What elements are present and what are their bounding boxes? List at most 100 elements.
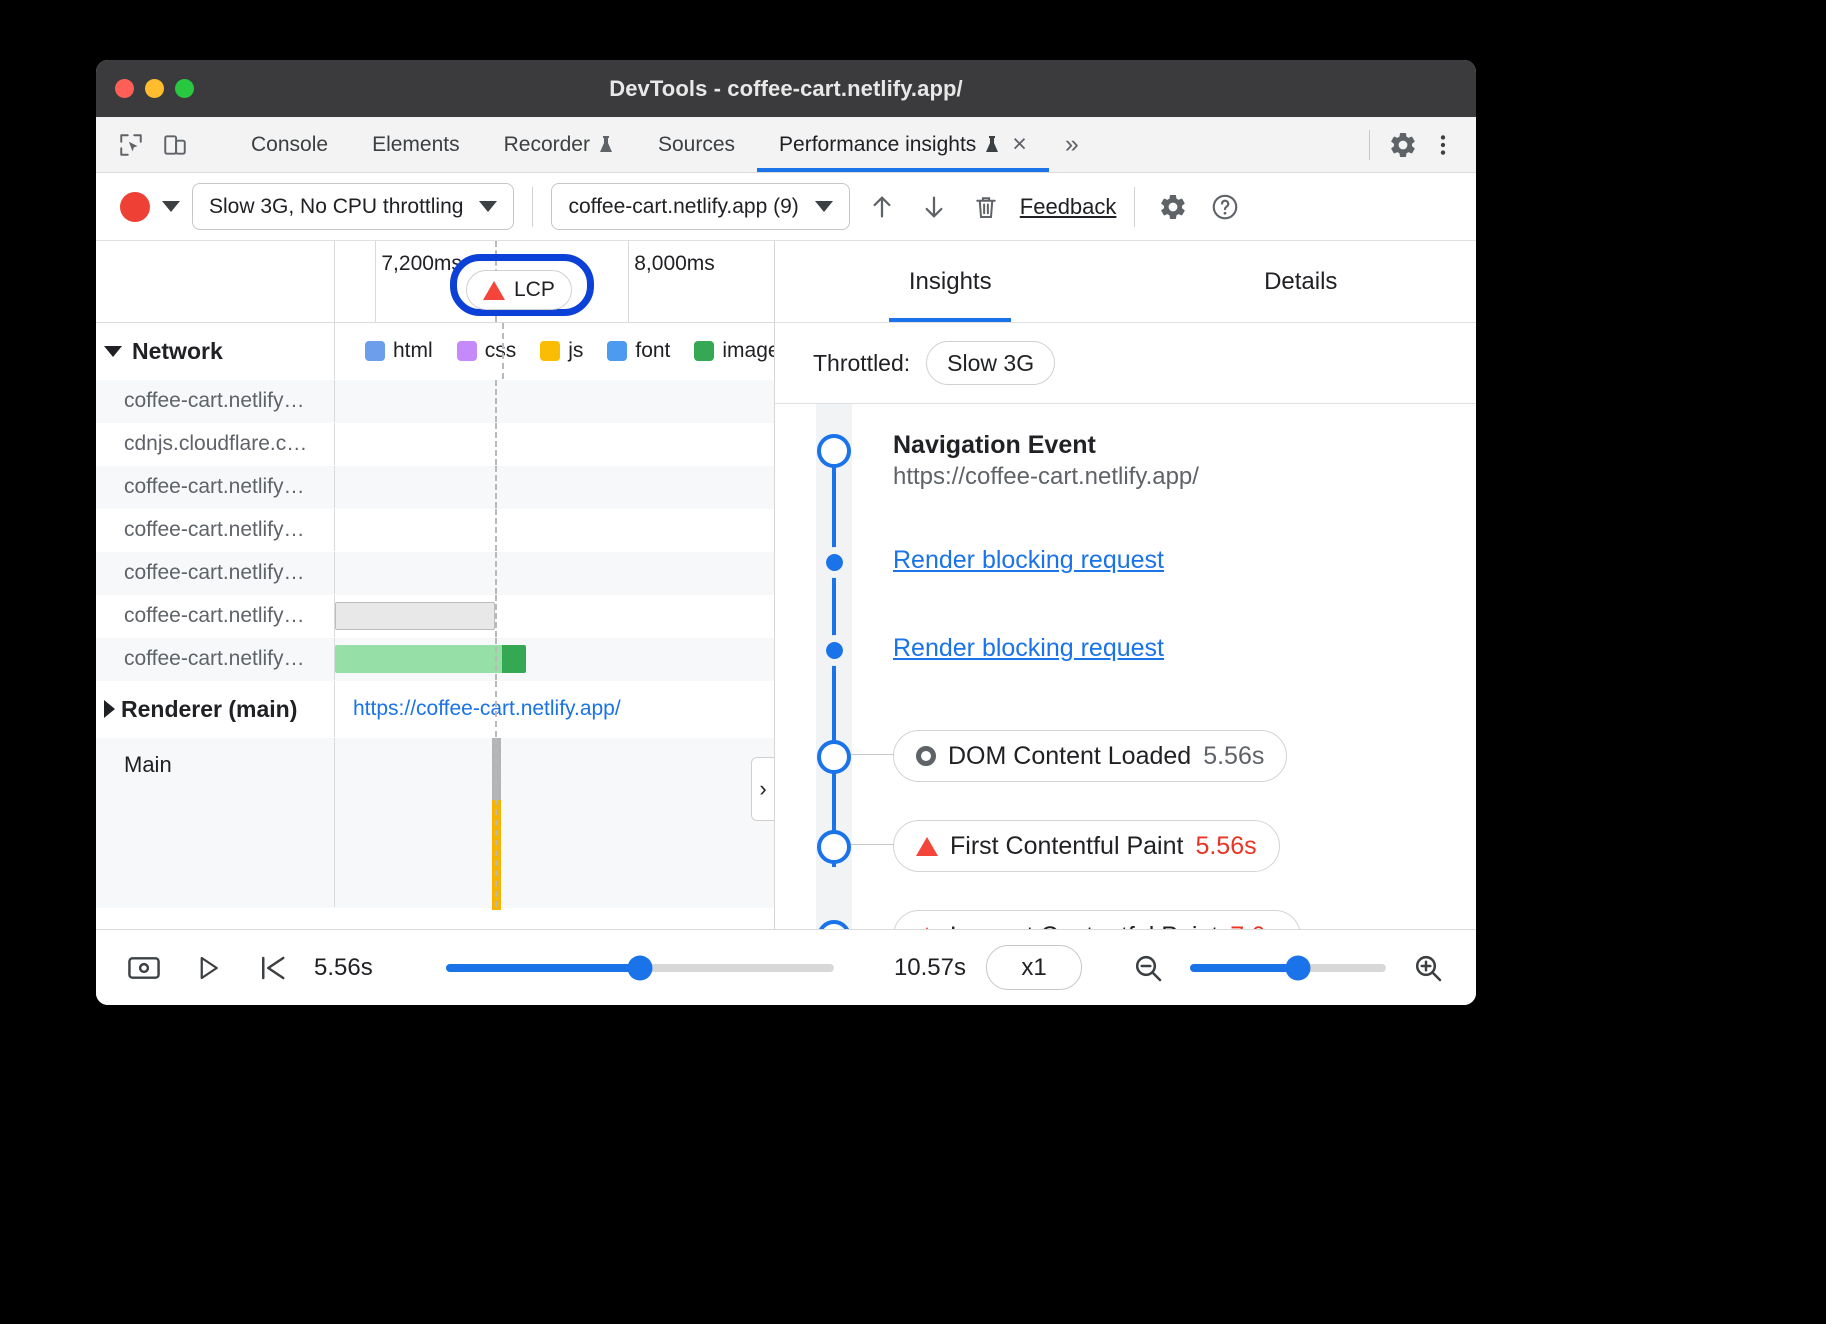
upload-icon[interactable] [862,187,902,227]
timeline-playhead [495,595,497,637]
track-group-network[interactable]: Network html css [96,323,774,380]
legend-label: js [568,339,583,363]
request-bar-download[interactable] [502,645,526,673]
feedback-link[interactable]: Feedback [1020,194,1117,220]
network-request-row[interactable]: coffee-cart.netlify… [96,509,774,552]
lcp-marker[interactable]: LCP [466,270,572,310]
chevron-right-icon[interactable]: › [751,757,775,821]
experiment-flask-icon [598,135,614,155]
network-request-row[interactable]: coffee-cart.netlify… [96,466,774,509]
close-icon[interactable]: × [1012,132,1027,157]
more-tabs-icon[interactable]: » [1049,117,1095,172]
event-content: Largest Contentful Paint 7.6s [893,910,1321,929]
record-circle-icon[interactable] [120,192,150,222]
chevron-down-icon[interactable] [162,201,180,212]
insight-event-render-blocking-2[interactable]: Render blocking request [775,634,1476,730]
network-request-row[interactable]: cdnjs.cloudflare.c… [96,423,774,466]
request-track [335,423,774,465]
zoom-in-icon[interactable] [1406,948,1450,988]
main-body: 7,200ms 8,000ms LCP [96,241,1476,929]
playback-speed-button[interactable]: x1 [986,945,1082,990]
track-main[interactable]: Main [96,738,774,908]
main-track [335,738,774,907]
legend-swatch [694,341,714,361]
timeline-node [775,740,893,774]
insight-event-fcp[interactable]: First Contentful Paint 5.56s [775,820,1476,910]
network-group-label-cell[interactable]: Network [96,323,335,379]
renderer-url[interactable]: https://coffee-cart.netlify.app/ [335,681,774,737]
main-track-label: Main [96,738,335,907]
insight-event-navigation[interactable]: Navigation Event https://coffee-cart.net… [775,430,1476,546]
chevron-right-icon[interactable] [104,700,115,718]
device-toolbar-icon[interactable] [158,128,192,162]
request-bar-wait[interactable] [335,645,502,673]
tab-elements[interactable]: Elements [350,117,482,172]
render-blocking-link[interactable]: Render blocking request [893,546,1164,574]
trash-icon[interactable] [966,187,1006,227]
metric-chip-fcp[interactable]: First Contentful Paint 5.56s [893,820,1280,872]
gear-icon[interactable] [1153,187,1193,227]
tab-performance-insights[interactable]: Performance insights × [757,117,1049,172]
network-request-row[interactable]: coffee-cart.netlify… [96,380,774,423]
help-circle-icon[interactable] [1205,187,1245,227]
play-icon[interactable] [186,948,230,988]
download-icon[interactable] [914,187,954,227]
metric-value: 5.56s [1203,742,1264,771]
tab-insights[interactable]: Insights [775,241,1126,322]
renderer-group-label-cell[interactable]: Renderer (main) [96,681,335,737]
tab-sources[interactable]: Sources [636,117,757,172]
tab-list: Console Elements Recorder Sources Perfor… [229,117,1095,172]
render-blocking-link[interactable]: Render blocking request [893,634,1164,662]
tabbar-left-icons [96,117,229,172]
devtools-tabbar: Console Elements Recorder Sources Perfor… [96,117,1476,173]
slider-knob[interactable] [1285,955,1310,980]
playback-toolbar: 5.56s 10.57s x1 [96,929,1476,1005]
insight-event-dom-content-loaded[interactable]: DOM Content Loaded 5.56s [775,730,1476,820]
request-track [335,466,774,508]
network-request-row[interactable]: coffee-cart.netlify… [96,552,774,595]
inspect-icon[interactable] [114,128,148,162]
metric-chip-lcp[interactable]: Largest Contentful Paint 7.6s [893,910,1301,929]
metric-label: DOM Content Loaded [948,742,1191,771]
event-content: Render blocking request [893,546,1184,575]
timeline-ruler[interactable]: 7,200ms 8,000ms LCP [96,241,774,323]
network-request-row[interactable]: coffee-cart.netlify… [96,638,774,681]
request-name: coffee-cart.netlify… [96,552,335,594]
node-small-icon [826,642,843,659]
slider-fill [446,964,640,972]
jump-to-start-icon[interactable] [250,948,294,988]
tab-console[interactable]: Console [229,117,350,172]
zoom-slider[interactable] [1190,964,1386,972]
more-vertical-icon[interactable] [1426,128,1460,162]
ruler-tick-label: 8,000ms [628,252,715,276]
timeline-node [775,434,893,468]
insights-pane: Insights Details Throttled: Slow 3G [775,241,1476,929]
request-bar-grey[interactable] [335,602,495,630]
chevron-down-icon[interactable] [104,346,122,357]
request-name: coffee-cart.netlify… [96,595,335,637]
target-select[interactable]: coffee-cart.netlify.app (9) [551,183,849,230]
tab-label: Performance insights [779,133,976,157]
time-range-slider[interactable] [446,964,834,972]
legend-item-font: font [607,339,670,363]
grey-ring-icon [916,746,936,766]
throttling-value: Slow 3G, No CPU throttling [209,195,463,219]
throttled-value-pill[interactable]: Slow 3G [926,341,1055,385]
zoom-out-icon[interactable] [1126,948,1170,988]
window-title: DevTools - coffee-cart.netlify.app/ [96,76,1476,102]
filmstrip-icon[interactable] [122,948,166,988]
insight-event-render-blocking-1[interactable]: Render blocking request [775,546,1476,634]
range-end-time: 10.57s [854,954,966,982]
lcp-pill[interactable]: LCP [466,270,572,310]
network-request-row[interactable]: coffee-cart.netlify… [96,595,774,638]
insight-event-lcp[interactable]: Largest Contentful Paint 7.6s [775,910,1476,929]
throttling-select[interactable]: Slow 3G, No CPU throttling [192,183,514,230]
tab-details[interactable]: Details [1126,241,1477,322]
track-group-renderer[interactable]: Renderer (main) https://coffee-cart.netl… [96,681,774,738]
slider-knob[interactable] [628,955,653,980]
metric-chip-dcl[interactable]: DOM Content Loaded 5.56s [893,730,1287,782]
legend-swatch [365,341,385,361]
gear-icon[interactable] [1386,128,1420,162]
tab-recorder[interactable]: Recorder [482,117,636,172]
range-start-time: 5.56s [314,954,426,982]
